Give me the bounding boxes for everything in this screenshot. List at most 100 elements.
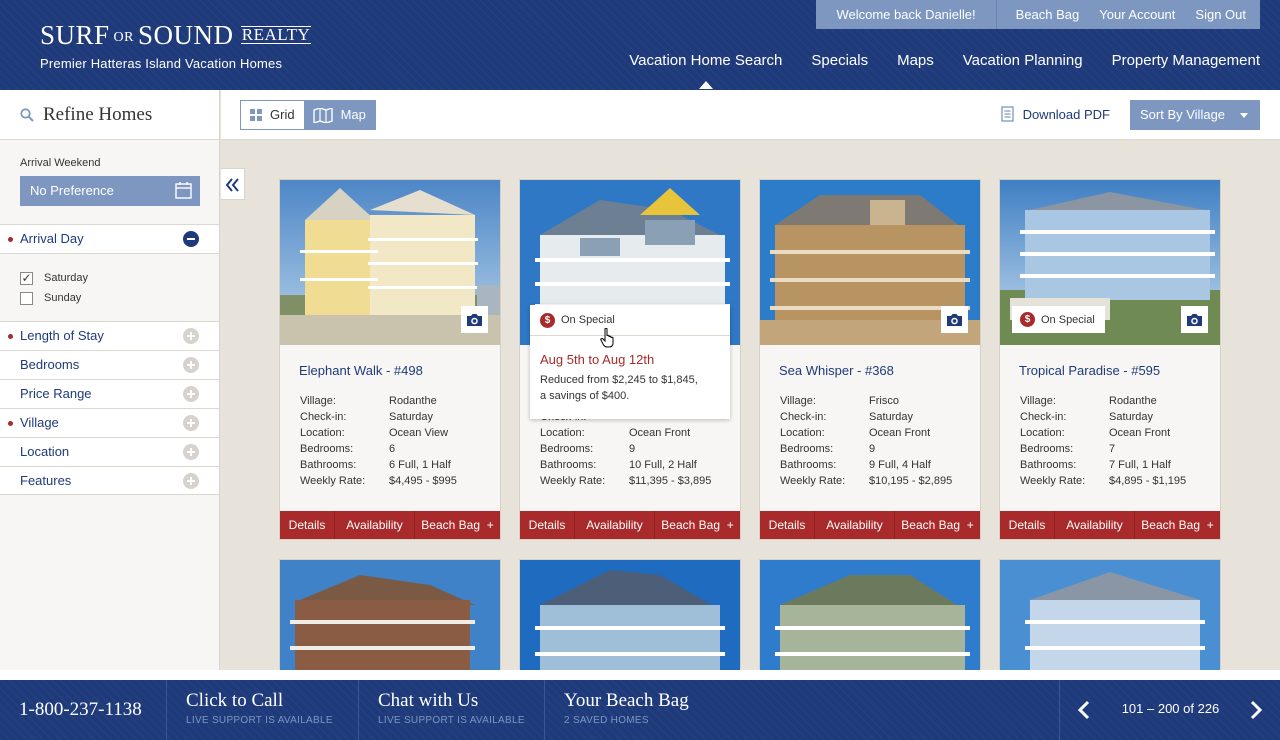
listing-card[interactable] [999, 559, 1221, 725]
expand-icon[interactable] [183, 328, 199, 344]
beach-bag-link[interactable]: Beach Bag [997, 0, 1090, 29]
grid-view-button[interactable]: Grid [241, 101, 304, 129]
availability-button[interactable]: Availability [335, 511, 415, 539]
listing-card[interactable] [279, 559, 501, 725]
arrival-day-options: ✓ Saturday Sunday [0, 253, 219, 321]
listing-details: Village: Rodanthe Check-in: Saturday Locat… [300, 393, 457, 489]
sort-select[interactable]: Sort By Village [1130, 100, 1260, 130]
nav-vacation-home-search[interactable]: Vacation Home Search [629, 52, 782, 89]
detail-key: Weekly Rate: [540, 475, 606, 487]
page-count: 101 – 200 of 226 [1121, 701, 1220, 716]
detail-value: 7 [1109, 443, 1116, 455]
collapse-sidebar-button[interactable] [221, 168, 245, 200]
detail-key: Bedrooms: [540, 443, 594, 455]
special-label: On Special [1041, 313, 1095, 326]
expand-icon[interactable] [183, 357, 199, 373]
nav-specials[interactable]: Specials [811, 52, 868, 69]
listing-name[interactable]: Sea Whisper - #368 [779, 363, 894, 378]
expand-icon[interactable] [183, 386, 199, 402]
detail-value: 9 [869, 443, 876, 455]
phone-number[interactable]: 1-800-237-1138 [0, 680, 167, 740]
collapse-icon[interactable] [183, 231, 199, 247]
filter-arrival-day[interactable]: Arrival Day [0, 224, 219, 253]
listing-name[interactable]: Elephant Walk - #498 [299, 363, 423, 378]
availability-button[interactable]: Availability [1055, 511, 1135, 539]
beach-bag-label: Beach Bag [901, 518, 961, 532]
filter-bedrooms[interactable]: Bedrooms [0, 350, 219, 379]
detail-key: Bedrooms: [300, 443, 354, 455]
download-pdf-link[interactable]: Download PDF [1000, 106, 1110, 122]
photo-gallery-button[interactable] [1181, 306, 1208, 333]
beach-bag-button[interactable]: Your Beach Bag 2 SAVED HOMES [545, 680, 731, 740]
pagination: 101 – 200 of 226 [1059, 680, 1280, 740]
detail-key: Bathrooms: [540, 459, 597, 471]
camera-icon [1187, 313, 1202, 326]
detail-value: Saturday [869, 411, 914, 423]
filter-price-range[interactable]: Price Range [0, 379, 219, 408]
details-button[interactable]: Details [520, 511, 575, 539]
listing-card[interactable] [519, 559, 741, 725]
nav-maps[interactable]: Maps [897, 52, 934, 69]
site-logo[interactable]: SURF OR SOUND REALTY Premier Hatteras Is… [40, 20, 312, 71]
your-account-link[interactable]: Your Account [1089, 0, 1185, 29]
details-button[interactable]: Details [280, 511, 335, 539]
availability-button[interactable]: Availability [575, 511, 655, 539]
beach-bag-label: Beach Bag [1141, 518, 1201, 532]
detail-key: Bedrooms: [1020, 443, 1074, 455]
details-button[interactable]: Details [1000, 511, 1055, 539]
availability-button[interactable]: Availability [815, 511, 895, 539]
listing-card[interactable]: Elephant Walk - #498 Village: Rodanthe Ch… [279, 179, 501, 540]
camera-icon [947, 313, 962, 326]
arrival-day-sunday[interactable]: Sunday [20, 288, 219, 308]
filter-features[interactable]: Features [0, 466, 219, 495]
listing-card[interactable]: $ On Special Tropical Paradise - #595 Vi… [999, 179, 1221, 540]
expand-icon[interactable] [183, 444, 199, 460]
details-button[interactable]: Details [760, 511, 815, 539]
filter-length-of-stay[interactable]: Length of Stay [0, 321, 219, 350]
nav-property-management[interactable]: Property Management [1112, 52, 1260, 69]
arrival-weekend-select[interactable]: No Preference [20, 176, 200, 206]
photo-gallery-button[interactable] [941, 306, 968, 333]
expand-icon[interactable] [183, 473, 199, 489]
checkbox-checked[interactable]: ✓ [20, 271, 33, 285]
refine-sidebar: Refine Homes Arrival Weekend No Preferen… [0, 90, 220, 670]
expand-icon[interactable] [183, 415, 199, 431]
beach-bag-label: Beach Bag [661, 518, 721, 532]
filter-label: Bedrooms [20, 357, 80, 372]
detail-key: Village: [780, 395, 816, 407]
listing-card[interactable]: Sea Whisper - #368 Village: Frisco Check-… [759, 179, 981, 540]
detail-key: Weekly Rate: [1020, 475, 1086, 487]
detail-value: 6 [389, 443, 396, 455]
filter-location[interactable]: Location [0, 437, 219, 466]
document-icon [1000, 106, 1014, 122]
account-bar: Welcome back Danielle! Beach Bag Your Ac… [816, 0, 1260, 29]
map-view-button[interactable]: Map [303, 101, 375, 129]
on-special-badge[interactable]: $ On Special [1012, 306, 1105, 333]
camera-icon [467, 313, 482, 326]
click-to-call-button[interactable]: Click to Call LIVE SUPPORT IS AVAILABLE [167, 680, 359, 740]
tooltip-label: On Special [561, 314, 615, 326]
call-title: Click to Call [186, 690, 284, 711]
bag-subtitle: 2 SAVED HOMES [564, 715, 649, 726]
add-to-beach-bag-button[interactable]: Beach Bag + [895, 511, 980, 539]
add-to-beach-bag-button[interactable]: Beach Bag + [1135, 511, 1220, 539]
active-filter-dot [8, 237, 13, 242]
chevron-right-icon[interactable] [1249, 700, 1263, 720]
filter-village[interactable]: Village [0, 408, 219, 437]
sign-out-link[interactable]: Sign Out [1185, 0, 1260, 29]
detail-value: $11,395 - $3,895 [629, 475, 712, 487]
beach-bag-label: Beach Bag [421, 518, 481, 532]
listing-name[interactable]: Tropical Paradise - #595 [1019, 363, 1160, 378]
detail-key: Location: [300, 427, 345, 439]
search-icon [20, 107, 34, 122]
listing-card[interactable] [759, 559, 981, 725]
add-to-beach-bag-button[interactable]: Beach Bag + [415, 511, 500, 539]
nav-vacation-planning[interactable]: Vacation Planning [963, 52, 1083, 69]
active-filter-dot [8, 421, 13, 426]
checkbox[interactable] [20, 291, 33, 305]
add-to-beach-bag-button[interactable]: Beach Bag + [655, 511, 740, 539]
chat-button[interactable]: Chat with Us LIVE SUPPORT IS AVAILABLE [359, 680, 545, 740]
arrival-day-saturday[interactable]: ✓ Saturday [20, 268, 219, 288]
detail-value: Ocean View [389, 427, 449, 439]
photo-gallery-button[interactable] [461, 306, 488, 333]
